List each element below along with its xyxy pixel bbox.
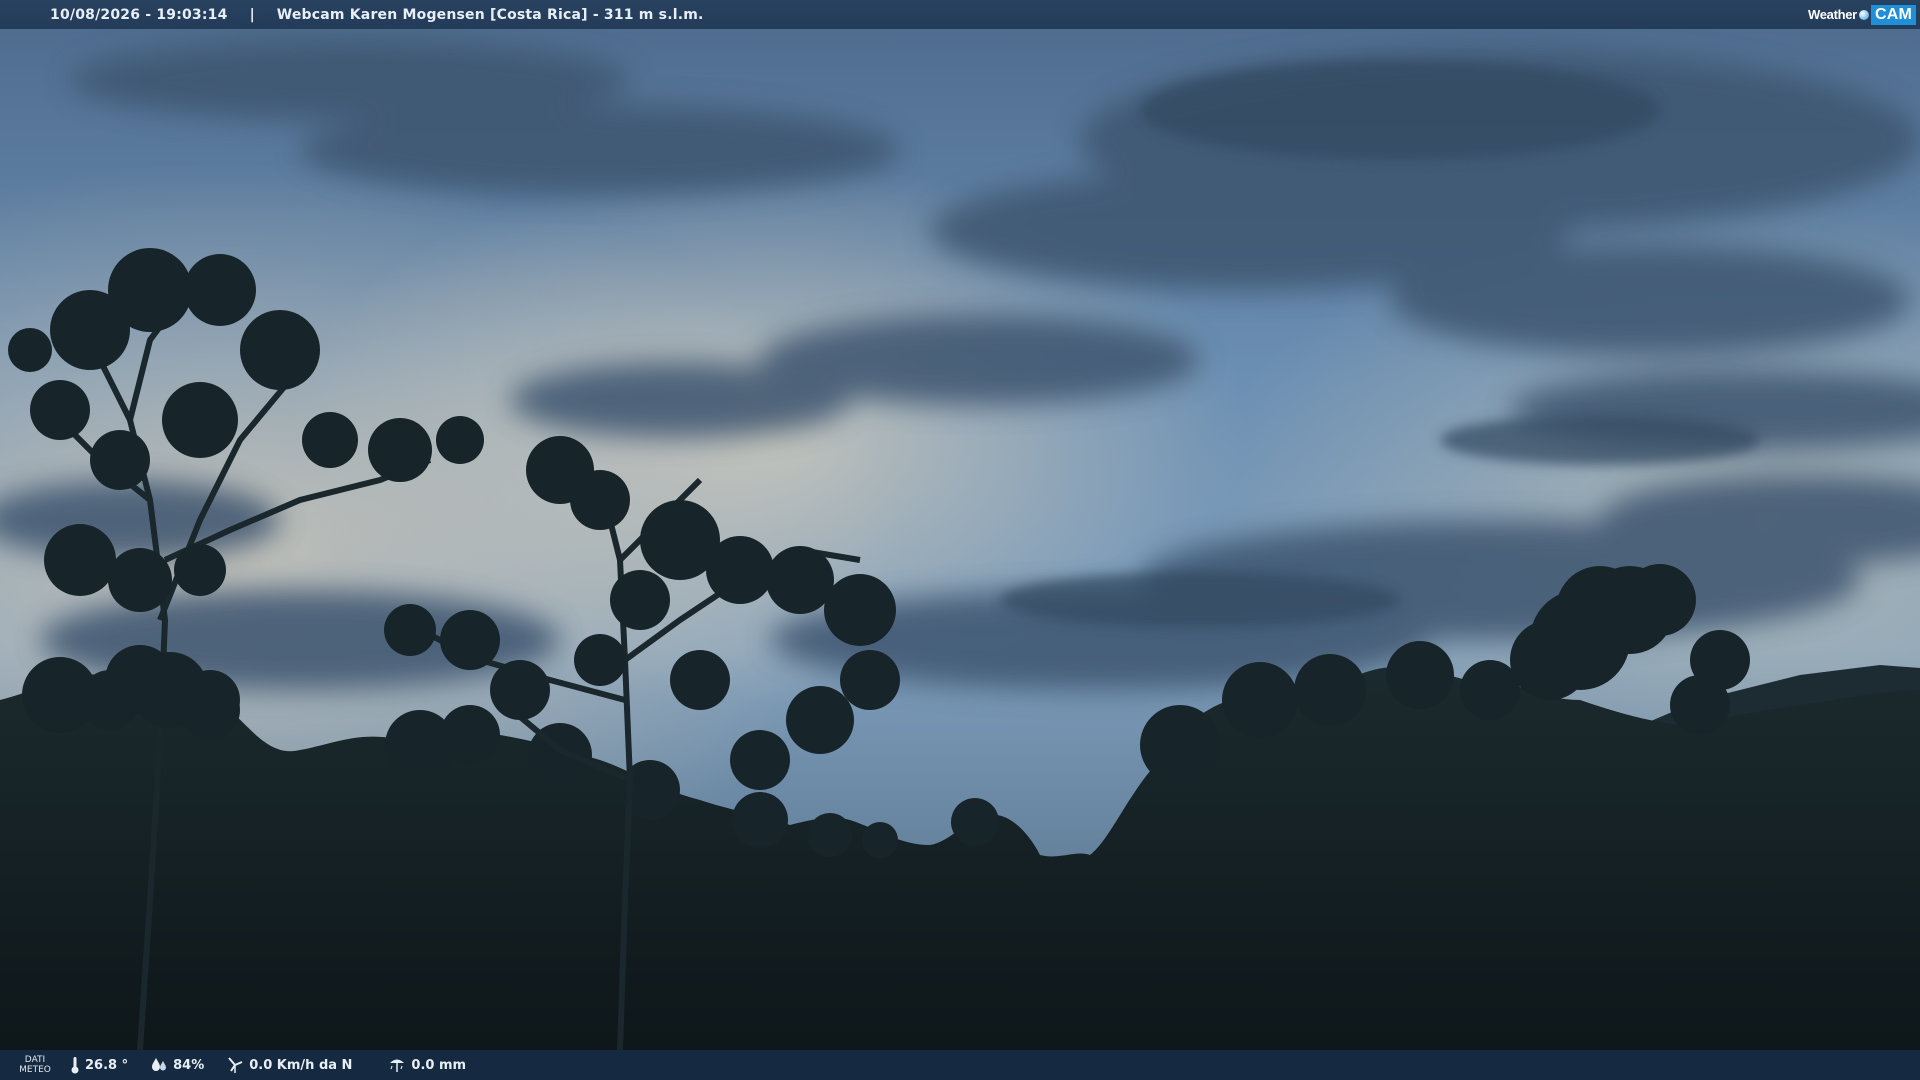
humidity-value: 84%	[173, 1057, 205, 1073]
weather-data-label: DATI METEO	[19, 1055, 51, 1075]
webcam-view: 10/08/2026 - 19:03:14 | Webcam Karen Mog…	[0, 0, 1920, 1080]
temperature-value: 26.8 °	[85, 1057, 129, 1073]
thermometer-icon	[71, 1057, 79, 1074]
wind-value: 0.0 Km/h da N	[249, 1057, 353, 1073]
separator: |	[249, 6, 255, 23]
weathercam-logo: Weather CAM	[1808, 3, 1916, 26]
humidity-readout: 84%	[150, 1057, 204, 1073]
logo-globe-icon	[1858, 9, 1869, 20]
logo-weather-text: Weather	[1807, 7, 1857, 22]
rain-gauge-icon	[390, 1059, 405, 1072]
rain-value: 0.0 mm	[411, 1057, 467, 1073]
rain-readout: 0.0 mm	[388, 1056, 466, 1074]
wind-icon	[228, 1057, 243, 1073]
wind-readout: 0.0 Km/h da N	[226, 1056, 352, 1074]
weather-data-bar: DATI METEO 26.8 ° 84% 0.0 Km/h da N 0.0 …	[0, 1050, 1920, 1080]
webcam-image	[0, 0, 1920, 1080]
timestamp: 10/08/2026 - 19:03:14	[50, 6, 228, 23]
webcam-title: Webcam Karen Mogensen [Costa Rica] - 311…	[276, 6, 704, 23]
temperature-readout: 26.8 °	[70, 1056, 128, 1074]
logo-cam-text: CAM	[1870, 4, 1916, 25]
humidity-icon	[152, 1058, 167, 1071]
top-info-bar: 10/08/2026 - 19:03:14 | Webcam Karen Mog…	[0, 0, 1920, 29]
